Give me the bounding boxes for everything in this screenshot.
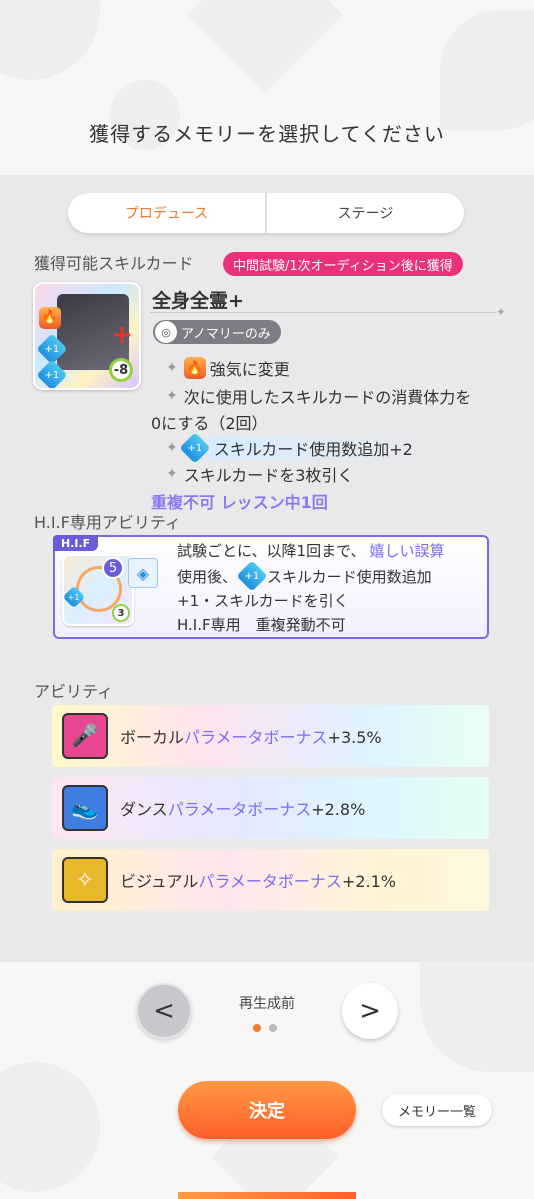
effect-2: ✦ 次に使用したスキルカードの消費体力を (166, 384, 471, 408)
effect-2-cont: 0にする（2回） (151, 410, 268, 434)
anomaly-icon: ◎ (155, 321, 177, 343)
hif-section-label: H.I.F専用アビリティ (34, 513, 181, 532)
bullet-icon: ✦ (166, 440, 178, 456)
anomaly-label: アノマリーのみ (181, 326, 271, 342)
skill-section-label: 獲得可能スキルカード (34, 254, 194, 273)
hif-line-2-post: スキルカード使用数追加 (267, 567, 432, 586)
card-cost: -8 (109, 358, 133, 382)
tab-bar: プロデュース ステージ (68, 193, 464, 233)
hif-line-1-text: 試験ごとに、以降1回まで、 (177, 542, 366, 560)
bullet-icon: ✦ (166, 388, 178, 404)
skill-card-thumbnail[interactable]: 🔥 +1 +1 + -8 (33, 282, 141, 390)
upgrade-plus-icon: + (111, 320, 133, 350)
ability-vocal-text: ボーカルパラメータボーナス+3.5% (120, 728, 382, 747)
header-background (0, 0, 534, 175)
hif-line-2: 使用後、 +1 スキルカード使用数追加 (177, 560, 432, 592)
name-divider (150, 312, 496, 313)
strong-stance-icon: 🔥 (183, 357, 206, 379)
hif-line-4: H.I.F専用 重複発動不可 (177, 614, 346, 635)
chevron-right-icon: > (359, 996, 381, 1026)
card-count-icon: +1 (62, 584, 86, 608)
shoe-icon: 👟 (62, 785, 108, 831)
diamond-icon: ◈ (128, 558, 158, 588)
hif-tag: H.I.F (53, 535, 99, 551)
anomaly-badge: ◎ アノマリーのみ (153, 320, 281, 344)
ability-section-label: アビリティ (34, 682, 114, 701)
effect-3: ✦ +1 スキルカード使用数追加+2 (166, 432, 417, 464)
card-count-icon: +1 (236, 560, 268, 592)
card-draw-icon: +1 (36, 358, 68, 388)
effect-3-text: スキルカード使用数追加+2 (209, 436, 417, 460)
page-indicator (253, 1024, 277, 1032)
hif-highlight-text: 嬉しい誤算 (369, 542, 445, 560)
card-count-icon: +1 (179, 432, 211, 464)
ability-visual: ✧ ビジュアルパラメータボーナス+2.1% (52, 849, 489, 911)
hif-line-2-pre: 使用後、 (177, 567, 238, 586)
page-label: 再生成前 (239, 996, 295, 1012)
bullet-icon: ✦ (166, 466, 178, 482)
effect-4: ✦ スキルカードを3枚引く (166, 462, 353, 486)
tab-produce[interactable]: プロデュース (68, 193, 267, 233)
memory-list-button[interactable]: メモリー一覧 (382, 1094, 492, 1126)
hif-line-4-text: H.I.F専用 重複発動不可 (177, 616, 346, 634)
hif-level-badge: 5 (102, 557, 124, 579)
ability-dance-text: ダンスパラメータボーナス+2.8% (120, 800, 366, 819)
bottom-accent (178, 1192, 356, 1199)
sparkle-icon: ✦ (496, 305, 507, 319)
ability-dance: 👟 ダンスパラメータボーナス+2.8% (52, 777, 489, 839)
effect-1: ✦ 🔥 強気に変更 (166, 356, 290, 380)
bullet-icon: ✦ (166, 360, 178, 376)
ability-vocal: 🎤 ボーカルパラメータボーナス+3.5% (52, 705, 489, 767)
effect-1-text: 強気に変更 (209, 360, 290, 379)
timing-badge: 中間試験/1次オーディション後に獲得 (223, 252, 463, 276)
decide-button[interactable]: 決定 (178, 1081, 356, 1139)
effect-2-text: 次に使用したスキルカードの消費体力を (183, 388, 472, 407)
hif-line-3: +1・スキルカードを引く (177, 590, 349, 611)
page-dot-2 (269, 1024, 277, 1032)
hif-line-1: 試験ごとに、以降1回まで、 嬉しい誤算 (177, 540, 445, 561)
hif-sub-level: 3 (112, 604, 130, 622)
sparkle-pose-icon: ✧ (62, 857, 108, 903)
hif-line-3-text: +1・スキルカードを引く (177, 592, 349, 610)
page-title: 獲得するメモリーを選択してください (89, 122, 445, 146)
ability-visual-text: ビジュアルパラメータボーナス+2.1% (120, 872, 396, 891)
next-button[interactable]: > (342, 983, 398, 1039)
effect-2-text-cont: 0にする（2回） (151, 414, 268, 433)
card-count-icon: +1 (36, 332, 68, 365)
effect-4-text: スキルカードを3枚引く (183, 466, 354, 485)
flame-icon: 🔥 (39, 306, 61, 329)
tab-stage[interactable]: ステージ (267, 193, 464, 233)
skill-card-name: 全身全霊+ (152, 290, 244, 312)
microphone-icon: 🎤 (62, 713, 108, 759)
page-dot-1 (253, 1024, 261, 1032)
